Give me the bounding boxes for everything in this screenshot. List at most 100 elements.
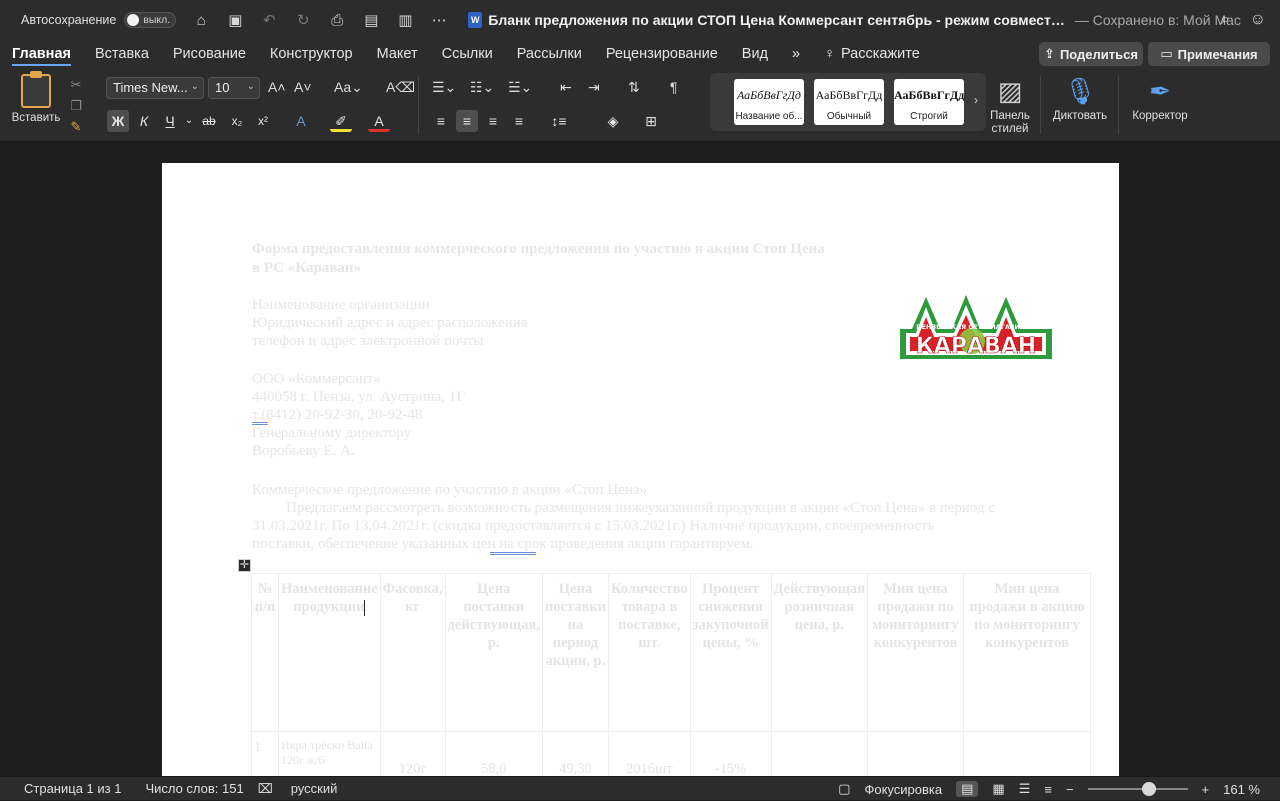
style-normal[interactable]: АаБбВвГгДд Обычный	[814, 79, 884, 125]
save-icon[interactable]: ▣	[226, 11, 244, 29]
comments-button[interactable]: ▭ Примечания	[1148, 42, 1270, 66]
table-cell[interactable]: -15%	[689, 731, 772, 776]
draft-icon[interactable]: ≡	[1044, 782, 1052, 797]
table-header-cell[interactable]: Количество товара в поставке, шт.	[607, 573, 691, 732]
paste-button[interactable]: Вставить	[10, 71, 62, 124]
proofing-icon[interactable]: ⌧	[258, 781, 273, 797]
align-right-icon[interactable]: ≡	[482, 110, 504, 132]
tell-me[interactable]: ♀ Расскажите	[812, 40, 932, 68]
borders-icon[interactable]: ⊞	[640, 110, 662, 132]
saved-status[interactable]: — Сохранено в: Мой Mac	[1075, 12, 1241, 28]
focus-button[interactable]: Фокусировка	[864, 782, 942, 797]
shading-icon[interactable]: ◈	[602, 110, 624, 132]
font-size-select[interactable]: 10 ⌄	[208, 77, 260, 99]
italic-button[interactable]: К	[133, 110, 155, 132]
table-header-cell[interactable]: Мин цена продажи по мониторингу конкурен…	[867, 573, 965, 732]
tab-view[interactable]: Вид	[730, 40, 780, 68]
redo-icon[interactable]: ↻	[294, 11, 312, 29]
clear-formatting-icon[interactable]: A⌫	[386, 79, 415, 96]
table-cell[interactable]	[867, 731, 965, 776]
language[interactable]: русский	[291, 781, 338, 796]
table-cell[interactable]: 1	[251, 731, 279, 776]
table-cell[interactable]: Икра трески Balta 120г ж/б	[278, 731, 381, 776]
table-cell[interactable]: 120г	[379, 731, 446, 776]
table-header-cell[interactable]: Фасовка, кг	[379, 573, 446, 732]
line-spacing-icon[interactable]: ↕≡	[548, 110, 570, 132]
document-canvas[interactable]: Форма предоставления коммерческого предл…	[0, 143, 1280, 776]
page-count[interactable]: Страница 1 из 1	[24, 781, 121, 796]
table-move-handle-icon[interactable]: ✛	[238, 559, 251, 572]
web-layout-icon[interactable]: ▦	[992, 781, 1004, 797]
zoom-out-icon[interactable]: −	[1066, 782, 1074, 797]
table-cell[interactable]	[770, 731, 869, 776]
underline-options-icon[interactable]: ⌄	[178, 110, 200, 132]
style-strong[interactable]: АаБбВвГгДд Строгий	[894, 79, 964, 125]
font-name-select[interactable]: Times New... ⌄	[106, 77, 204, 99]
subscript-button[interactable]: x₂	[226, 110, 248, 132]
table-header-cell[interactable]: Цена поставки действующая, р.	[444, 573, 543, 732]
undo-icon[interactable]: ↶	[260, 11, 278, 29]
multilevel-list-icon[interactable]: ☱⌄	[508, 79, 532, 96]
table-cell[interactable]: 49,30	[541, 731, 609, 776]
tab-draw[interactable]: Рисование	[161, 40, 258, 68]
share-button[interactable]: ⇪ Поделиться	[1039, 42, 1143, 66]
print-layout-icon[interactable]: ▤	[956, 781, 979, 797]
outline-icon[interactable]: ☰	[1019, 781, 1031, 797]
zoom-slider-thumb[interactable]	[1141, 782, 1156, 796]
editor-button[interactable]: ✒ Корректор	[1128, 74, 1192, 123]
styles-more-icon[interactable]: ›	[974, 93, 978, 107]
table-header-cell[interactable]: Действующая розничная цена, р.	[770, 573, 869, 732]
styles-pane-button[interactable]: ▨ Панель стилей	[988, 74, 1032, 136]
bullets-icon[interactable]: ☰⌄	[432, 79, 456, 96]
zoom-slider[interactable]	[1087, 782, 1188, 796]
font-color-button[interactable]: A	[368, 110, 390, 132]
numbering-icon[interactable]: ☷⌄	[470, 79, 494, 96]
more-tabs-icon[interactable]: »	[780, 40, 812, 68]
table-cell[interactable]	[963, 731, 1092, 776]
zoom-in-icon[interactable]: +	[1202, 782, 1210, 797]
text-effects-icon[interactable]: A	[290, 110, 312, 132]
align-center-icon[interactable]: ≡	[456, 110, 478, 132]
home-icon[interactable]: ⌂	[192, 12, 210, 29]
tab-insert[interactable]: Вставка	[83, 40, 161, 68]
justify-icon[interactable]: ≡	[508, 110, 530, 132]
tab-design[interactable]: Конструктор	[258, 40, 365, 68]
table-header-cell[interactable]: № п/п	[251, 573, 279, 732]
document-page[interactable]: Форма предоставления коммерческого предл…	[162, 163, 1119, 776]
table-header-cell[interactable]: Процент снижения закупочной цены, %	[689, 573, 772, 732]
sort-icon[interactable]: ⇅	[628, 79, 640, 96]
word-count[interactable]: Число слов: 151	[145, 781, 243, 796]
change-case-icon[interactable]: Aa⌄	[334, 79, 363, 96]
bold-button[interactable]: Ж	[107, 110, 129, 132]
dictate-button[interactable]: 🎙 Диктовать	[1050, 74, 1110, 123]
table-header-cell[interactable]: Наименование продукции	[278, 573, 381, 732]
show-formatting-icon[interactable]: ¶	[670, 79, 678, 95]
tab-home[interactable]: Главная	[0, 40, 83, 68]
tab-layout[interactable]: Макет	[365, 40, 430, 68]
table-header-cell[interactable]: Мин цена продажи в акцию по мониторингу …	[963, 573, 1092, 732]
offer-table[interactable]: № п/п Наименование продукции Фасовка, кг…	[251, 573, 1092, 776]
shrink-font-icon[interactable]: A˅	[294, 79, 312, 95]
decrease-indent-icon[interactable]: ⇤	[560, 79, 572, 96]
print-icon[interactable]: ⎙	[328, 12, 346, 29]
cut-icon[interactable]: ✂	[66, 74, 86, 95]
autosave-toggle[interactable]: выкл.	[124, 12, 177, 28]
account-icon[interactable]: ☺	[1250, 11, 1266, 29]
comment-icon[interactable]: ▤	[362, 11, 380, 29]
superscript-button[interactable]: x²	[252, 110, 274, 132]
tab-references[interactable]: Ссылки	[430, 40, 505, 68]
copy-icon[interactable]: ❐	[66, 95, 86, 116]
table-cell[interactable]: 2016шт	[607, 731, 691, 776]
tab-mailings[interactable]: Рассылки	[505, 40, 594, 68]
tab-review[interactable]: Рецензирование	[594, 40, 730, 68]
clipboard-icon[interactable]: ▥	[396, 11, 414, 29]
format-painter-icon[interactable]: ✎	[66, 116, 86, 137]
more-icon[interactable]: ⋯	[430, 11, 448, 29]
search-icon[interactable]: ⌕	[1221, 11, 1230, 29]
table-cell[interactable]: 58,0	[444, 731, 543, 776]
style-title[interactable]: АаБбВвГгДд Название об...	[734, 79, 804, 125]
highlight-color-button[interactable]: ✐	[330, 110, 352, 132]
increase-indent-icon[interactable]: ⇥	[588, 79, 600, 96]
strikethrough-button[interactable]: ab	[198, 110, 220, 132]
align-left-icon[interactable]: ≡	[430, 110, 452, 132]
